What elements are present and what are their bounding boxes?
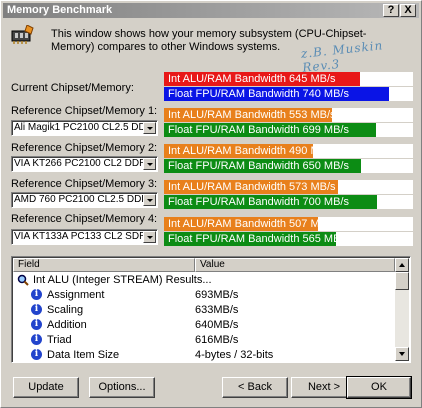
magnifier-icon <box>17 274 29 286</box>
reference-1-selected: Ali Magik1 PC2100 CL2.5 DDR <box>14 122 153 133</box>
reference-2-int-text: Int ALU/RAM Bandwidth 490 MB/s <box>168 145 336 157</box>
info-icon: i <box>31 319 42 330</box>
update-button[interactable]: Update <box>13 377 79 398</box>
help-button[interactable]: ? <box>383 4 399 17</box>
reference-2-float-text: Float FPU/RAM Bandwidth 650 MB/s <box>168 160 349 172</box>
reference-4-int-text: Int ALU/RAM Bandwidth 507 MB/s <box>168 218 336 230</box>
list-item[interactable]: Int ALU (Integer STREAM) Results... <box>13 273 395 287</box>
list-item[interactable]: i Assignment 693MB/s <box>13 288 395 302</box>
reference-1-int-text: Int ALU/RAM Bandwidth 553 MB/s <box>168 109 336 121</box>
current-bars: Int ALU/RAM Bandwidth 645 MB/s Float FPU… <box>164 72 413 102</box>
reference-4-float-bar: Float FPU/RAM Bandwidth 565 MB/s <box>164 232 413 246</box>
row-field: Addition <box>47 319 87 331</box>
reference-2-float-bar: Float FPU/RAM Bandwidth 650 MB/s <box>164 159 413 173</box>
list-item[interactable]: i Addition 640MB/s <box>13 318 395 332</box>
scroll-down-button[interactable] <box>395 347 409 361</box>
scroll-up-button[interactable] <box>395 258 409 272</box>
reference-3-float-text: Float FPU/RAM Bandwidth 700 MB/s <box>168 196 349 208</box>
reference-1-float-bar: Float FPU/RAM Bandwidth 699 MB/s <box>164 123 413 137</box>
info-icon: i <box>31 349 42 360</box>
reference-2-label: Reference Chipset/Memory 2: <box>11 142 158 154</box>
reference-3-select[interactable]: AMD 760 PC2100 CL2.5 DDR <box>11 192 158 208</box>
results-header: Field Value <box>13 258 395 272</box>
reference-2-bars: Int ALU/RAM Bandwidth 490 MB/s Float FPU… <box>164 144 413 174</box>
reference-3-label: Reference Chipset/Memory 3: <box>11 178 158 190</box>
reference-4-select[interactable]: VIA KT133A PC133 CL2 SDR <box>11 229 158 245</box>
reference-4-selected: VIA KT133A PC133 CL2 SDR <box>14 231 147 242</box>
row-value: 4-bytes / 32-bits <box>195 349 274 361</box>
window-title: Memory Benchmark <box>7 4 113 16</box>
dropdown-arrow-icon[interactable] <box>143 231 156 243</box>
results-scrollbar[interactable] <box>395 258 409 361</box>
reference-1-bars: Int ALU/RAM Bandwidth 553 MB/s Float FPU… <box>164 108 413 138</box>
row-field: Scaling <box>47 304 84 316</box>
arrow-up-icon <box>399 263 405 267</box>
reference-2-selected: VIA KT266 PC2100 CL2 DDR <box>14 158 147 169</box>
results-list[interactable]: Field Value Int ALU (Integer STREAM) Res… <box>11 256 411 363</box>
row-value: 693MB/s <box>195 289 239 301</box>
reference-3-int-text: Int ALU/RAM Bandwidth 573 MB/s <box>168 181 336 193</box>
memory-chip-icon <box>11 25 34 44</box>
reference-3-bars: Int ALU/RAM Bandwidth 573 MB/s Float FPU… <box>164 180 413 210</box>
current-int-bar: Int ALU/RAM Bandwidth 645 MB/s <box>164 72 413 86</box>
dropdown-arrow-icon[interactable] <box>143 158 156 170</box>
row-field: Int ALU (Integer STREAM) Results... <box>33 274 212 286</box>
reference-4-float-text: Float FPU/RAM Bandwidth 565 MB/s <box>168 233 349 245</box>
current-int-text: Int ALU/RAM Bandwidth 645 MB/s <box>168 73 336 85</box>
close-button[interactable]: X <box>400 4 416 17</box>
row-value: 633MB/s <box>195 304 239 316</box>
reference-2-select[interactable]: VIA KT266 PC2100 CL2 DDR <box>11 156 158 172</box>
list-item[interactable]: i Triad 616MB/s <box>13 333 395 347</box>
current-float-bar: Float FPU/RAM Bandwidth 740 MB/s <box>164 87 413 101</box>
current-float-text: Float FPU/RAM Bandwidth 740 MB/s <box>168 88 349 100</box>
list-item[interactable]: i Data Item Size 4-bytes / 32-bits <box>13 348 395 362</box>
reference-4-label: Reference Chipset/Memory 4: <box>11 213 158 225</box>
options-button[interactable]: Options... <box>89 377 155 398</box>
memory-benchmark-window: Memory Benchmark ? X This window shows h… <box>0 0 422 408</box>
reference-2-int-bar: Int ALU/RAM Bandwidth 490 MB/s <box>164 144 413 158</box>
row-value: 616MB/s <box>195 334 239 346</box>
dropdown-arrow-icon[interactable] <box>143 122 156 134</box>
scroll-thumb[interactable] <box>395 272 409 290</box>
back-button[interactable]: < Back <box>222 377 288 398</box>
row-field: Assignment <box>47 289 105 301</box>
title-bar[interactable]: Memory Benchmark ? X <box>3 3 419 18</box>
reference-3-float-bar: Float FPU/RAM Bandwidth 700 MB/s <box>164 195 413 209</box>
ok-button[interactable]: OK <box>346 376 412 399</box>
arrow-down-icon <box>399 352 405 356</box>
reference-4-int-bar: Int ALU/RAM Bandwidth 507 MB/s <box>164 217 413 231</box>
dropdown-arrow-icon[interactable] <box>143 194 156 206</box>
current-chipset-label: Current Chipset/Memory: <box>11 82 134 94</box>
reference-1-float-text: Float FPU/RAM Bandwidth 699 MB/s <box>168 124 349 136</box>
info-icon: i <box>31 289 42 300</box>
column-header-field[interactable]: Field <box>13 258 195 272</box>
reference-3-selected: AMD 760 PC2100 CL2.5 DDR <box>14 194 149 205</box>
row-value: 640MB/s <box>195 319 239 331</box>
reference-4-bars: Int ALU/RAM Bandwidth 507 MB/s Float FPU… <box>164 217 413 247</box>
info-icon: i <box>31 334 42 345</box>
row-field: Triad <box>47 334 72 346</box>
column-header-value[interactable]: Value <box>195 258 395 272</box>
reference-1-select[interactable]: Ali Magik1 PC2100 CL2.5 DDR <box>11 120 158 136</box>
reference-1-label: Reference Chipset/Memory 1: <box>11 105 158 117</box>
reference-1-int-bar: Int ALU/RAM Bandwidth 553 MB/s <box>164 108 413 122</box>
info-icon: i <box>31 304 42 315</box>
reference-3-int-bar: Int ALU/RAM Bandwidth 573 MB/s <box>164 180 413 194</box>
list-item[interactable]: i Scaling 633MB/s <box>13 303 395 317</box>
row-field: Data Item Size <box>47 349 120 361</box>
